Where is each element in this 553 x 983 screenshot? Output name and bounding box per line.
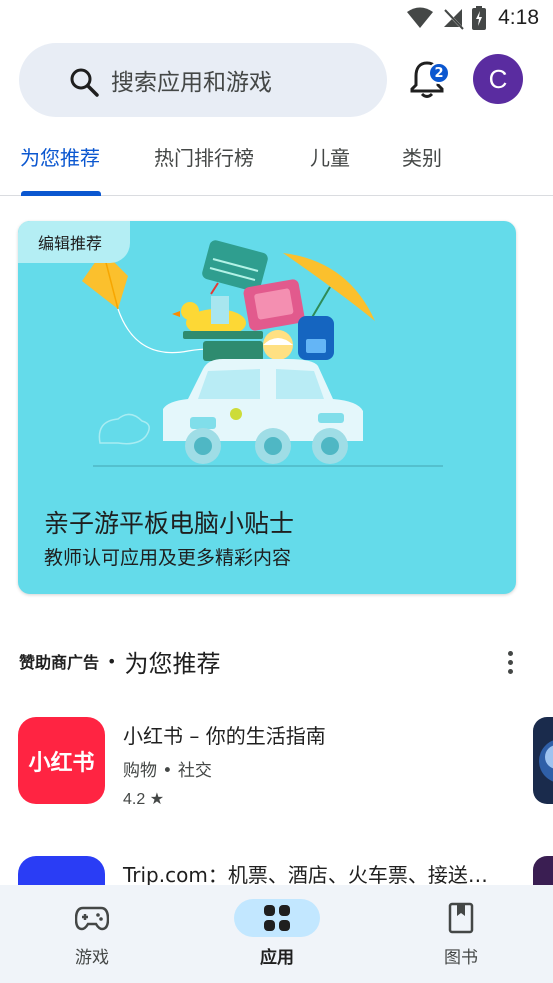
app-name[interactable]: 小红书 – 你的生活指南: [123, 720, 326, 749]
section-header: 赞助商广告 • 为您推荐: [19, 645, 221, 678]
more-options-icon[interactable]: [498, 646, 522, 678]
nav-books[interactable]: 图书: [401, 885, 521, 983]
bottom-navigation: 游戏 应用 图书: [0, 885, 553, 983]
tab-kids[interactable]: 儿童: [310, 142, 350, 171]
travel-illustration: [82, 240, 443, 467]
tab-top-charts[interactable]: 热门排行榜: [154, 142, 254, 171]
section-title: 为您推荐: [124, 649, 221, 678]
search-icon: [70, 68, 99, 97]
gamepad-icon: [75, 906, 109, 931]
nav-apps-icon-wrap: [234, 899, 320, 937]
tab-categories[interactable]: 类别: [402, 142, 442, 171]
card-subtitle: 教师认可应用及更多精彩内容: [44, 547, 292, 569]
app-category: 购物 • 社交: [123, 761, 212, 781]
nav-apps-label: 应用: [260, 948, 294, 968]
apps-grid-icon: [264, 905, 290, 931]
battery-charging-icon: [472, 6, 487, 30]
editors-choice-card[interactable]: 编辑推荐 亲子游平板电脑小贴士 教师认可应用及更多精彩内容: [18, 221, 516, 594]
book-icon: [448, 902, 474, 934]
account-avatar[interactable]: C: [473, 54, 523, 104]
wifi-icon: [407, 7, 434, 28]
no-signal-icon: [443, 8, 464, 30]
app-name[interactable]: Trip.com：机票、酒店、火车票、接送…: [123, 859, 488, 888]
star-icon: ★: [149, 791, 165, 808]
planet-image: [539, 740, 553, 782]
nav-apps[interactable]: 应用: [217, 885, 337, 983]
search-bar[interactable]: 搜索应用和游戏: [19, 43, 387, 117]
editors-choice-badge: 编辑推荐: [18, 221, 130, 263]
notification-badge: 2: [428, 62, 450, 84]
status-icons: 4:18: [406, 6, 539, 30]
app-rating: 4.2 ★: [123, 791, 165, 808]
sponsored-label: 赞助商广告: [19, 653, 100, 672]
tab-for-you[interactable]: 为您推荐: [20, 142, 100, 171]
status-bar: 4:18: [0, 0, 553, 38]
nav-games-icon-wrap: [49, 899, 135, 937]
nav-games[interactable]: 游戏: [32, 885, 152, 983]
nav-books-icon-wrap: [418, 899, 504, 937]
top-tabs: 为您推荐 热门排行榜 儿童 类别: [0, 128, 553, 196]
app-icon-text: 小红书: [28, 750, 95, 776]
nav-games-label: 游戏: [75, 948, 109, 968]
separator-dot: •: [107, 651, 117, 671]
nav-books-label: 图书: [444, 948, 478, 968]
app-icon-xiaohongshu[interactable]: 小红书: [18, 717, 105, 804]
side-app-thumbnail[interactable]: [533, 717, 553, 804]
search-input[interactable]: 搜索应用和游戏: [111, 63, 272, 97]
status-time: 4:18: [498, 6, 539, 29]
tab-indicator: [21, 191, 101, 196]
card-title: 亲子游平板电脑小贴士: [44, 509, 295, 538]
